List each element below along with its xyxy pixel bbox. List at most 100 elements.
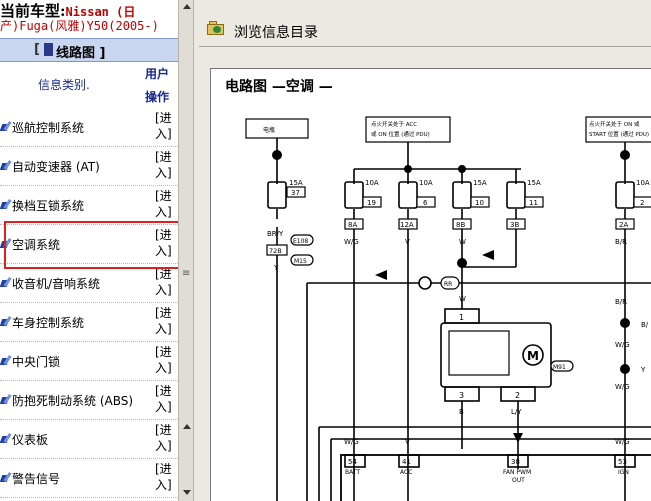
category-label[interactable]: 警告信号 xyxy=(12,470,60,487)
battery-box xyxy=(245,118,309,139)
start-box-label-2: START 位置 (通过 PDU) xyxy=(589,130,649,138)
pin-name-fan-pwm: FAN PWM xyxy=(503,469,531,476)
wire-color-wg-5: W/G xyxy=(344,438,359,446)
enter-link[interactable]: [进 入] xyxy=(155,149,177,181)
fuse-amp-4: 15A xyxy=(473,179,487,187)
column-header-operation: 操作 xyxy=(145,90,170,104)
wire-color-wg-3: W/G xyxy=(615,383,630,391)
category-label[interactable]: 车身控制系统 xyxy=(12,314,84,331)
category-label[interactable]: 中央门锁 xyxy=(12,353,60,370)
connector-72b: 72B xyxy=(269,247,282,255)
pin-num-53: 53 xyxy=(618,458,627,466)
enter-link[interactable]: [进 入] xyxy=(155,110,177,142)
category-row[interactable]: 中央门锁 [进 入] xyxy=(0,341,178,381)
fuse-amp-3: 10A xyxy=(419,179,433,187)
vehicle-model-line2: 产)Fuga(风雅)Y50(2005-) xyxy=(0,19,159,33)
pencil-icon xyxy=(1,433,11,444)
wire-color-w-2: W xyxy=(459,295,466,303)
start-box-label-1: 点火开关处于 ON 或 xyxy=(589,120,640,128)
category-label[interactable]: 自动变速器 (AT) xyxy=(12,158,100,175)
pencil-icon xyxy=(1,121,11,132)
pencil-icon xyxy=(1,199,11,210)
panel-title: 线路图 ] xyxy=(56,46,106,61)
fuse-num-1: 37 xyxy=(291,189,300,197)
pin-num-54: 54 xyxy=(348,458,357,466)
fuse-num-6: 2 xyxy=(640,199,644,207)
scroll-up-arrow-icon-lower[interactable] xyxy=(183,424,191,429)
right-frame: 浏览信息目录 电瓶 点火开关处于 ACC 或 ON 位置 (通过 PDU) 点火… xyxy=(194,0,651,501)
vehicle-model-header: 当前车型:Nissan (日 产)Fuga(风雅)Y50(2005-) xyxy=(0,0,178,36)
category-row[interactable]: 换档互锁系统 [进 入] xyxy=(0,185,178,225)
fuse-num-4: 10 xyxy=(475,199,484,207)
wire-color-b: B xyxy=(459,408,464,416)
connector-2a: 2A xyxy=(619,221,628,229)
column-header-category: 信息类别. xyxy=(38,78,90,92)
fuse-num-2: 19 xyxy=(367,199,376,207)
scroll-up-arrow-icon[interactable] xyxy=(183,4,191,9)
fuse-num-5: 11 xyxy=(529,199,538,207)
wiring-diagram: 电瓶 点火开关处于 ACC 或 ON 位置 (通过 PDU) 点火开关处于 ON… xyxy=(245,116,651,501)
pencil-icon xyxy=(1,316,11,327)
category-label[interactable]: 换档互锁系统 xyxy=(12,197,84,214)
pin-num-38: 38 xyxy=(511,458,520,466)
enter-link[interactable]: [进 入] xyxy=(155,461,177,493)
enter-link[interactable]: [进 入] xyxy=(155,305,177,337)
enter-link[interactable]: [进 入] xyxy=(155,422,177,454)
scroll-down-arrow-icon[interactable] xyxy=(183,490,191,495)
pin-name-out: OUT xyxy=(512,477,525,484)
acc-box-label-2: 或 ON 位置 (通过 PDU) xyxy=(371,130,430,138)
wire-color-wg-2: W/G xyxy=(615,341,630,349)
left-frame: 当前车型:Nissan (日 产)Fuga(风雅)Y50(2005-) [ 线路… xyxy=(0,0,178,501)
category-row[interactable]: 防抱死制动系统 (ABS) [进 入] xyxy=(0,380,178,420)
connector-8a: 8A xyxy=(348,221,357,229)
motor-symbol: M xyxy=(527,349,539,363)
enter-link[interactable]: [进 入] xyxy=(155,188,177,220)
motor-pin-3: 3 xyxy=(459,391,464,400)
connector-ref-e108: E108 xyxy=(293,238,308,245)
frame-splitter[interactable]: ≡ xyxy=(178,0,194,501)
category-row[interactable]: 巡航控制系统 [进 入] xyxy=(0,107,178,147)
pencil-icon xyxy=(1,394,11,405)
category-label[interactable]: 巡航控制系统 xyxy=(12,119,84,136)
enter-link[interactable]: [进 入] xyxy=(155,383,177,415)
pencil-icon xyxy=(1,355,11,366)
wire-color-y: Y xyxy=(273,264,279,272)
category-label[interactable]: 仪表板 xyxy=(12,431,48,448)
diagram-title: 电路图 —空调 — xyxy=(225,79,333,95)
category-row[interactable]: 警告信号 [进 入] xyxy=(0,458,178,498)
wire-color-v-1: V xyxy=(405,238,410,246)
connector-ref-m91: M91 xyxy=(553,364,566,371)
column-header-user: 用户 xyxy=(145,67,170,81)
category-row[interactable]: 收音机/音响系统 [进 入] xyxy=(0,263,178,303)
pencil-icon xyxy=(1,472,11,483)
fuse-amp-5: 15A xyxy=(527,179,541,187)
splice-label: RR xyxy=(444,281,452,288)
wire-color-br-2: B/R xyxy=(615,298,627,306)
category-row[interactable]: 自动变速器 (AT) [进 入] xyxy=(0,146,178,186)
enter-link[interactable]: [进 入] xyxy=(155,344,177,376)
info-directory-title: 浏览信息目录 xyxy=(234,25,318,41)
pin-name-ign: IGN xyxy=(618,469,629,476)
pin-num-41: 41 xyxy=(402,458,411,466)
enter-link[interactable]: [进 入] xyxy=(155,266,177,298)
category-label[interactable]: 收音机/音响系统 xyxy=(12,275,100,292)
connector-12a: 12A xyxy=(400,221,414,229)
category-label[interactable]: 防抱死制动系统 (ABS) xyxy=(12,392,133,409)
panel-title-icon xyxy=(44,43,53,56)
fuse-amp-6: 10A xyxy=(636,179,650,187)
wiring-diagram-document: 电瓶 点火开关处于 ACC 或 ON 位置 (通过 PDU) 点火开关处于 ON… xyxy=(210,68,651,501)
connector-ref-m15: M15 xyxy=(294,258,307,265)
motor-pin-2: 2 xyxy=(515,391,520,400)
header-divider xyxy=(199,46,651,47)
wire-color-v-2: V xyxy=(405,438,410,446)
connector-8b: 8B xyxy=(456,221,465,229)
pin-name-batt: BATT xyxy=(345,469,360,476)
connector-3b: 3B xyxy=(510,221,519,229)
category-row[interactable]: 仪表板 [进 入] xyxy=(0,419,178,459)
category-row[interactable]: 车身控制系统 [进 入] xyxy=(0,302,178,342)
panel-title-bracket-open: [ xyxy=(34,42,40,57)
fuse-num-3: 6 xyxy=(423,199,428,207)
splitter-grip-icon[interactable]: ≡ xyxy=(182,268,190,279)
wire-color-br-1: B/R xyxy=(615,238,627,246)
acc-box-label-1: 点火开关处于 ACC xyxy=(371,120,417,128)
